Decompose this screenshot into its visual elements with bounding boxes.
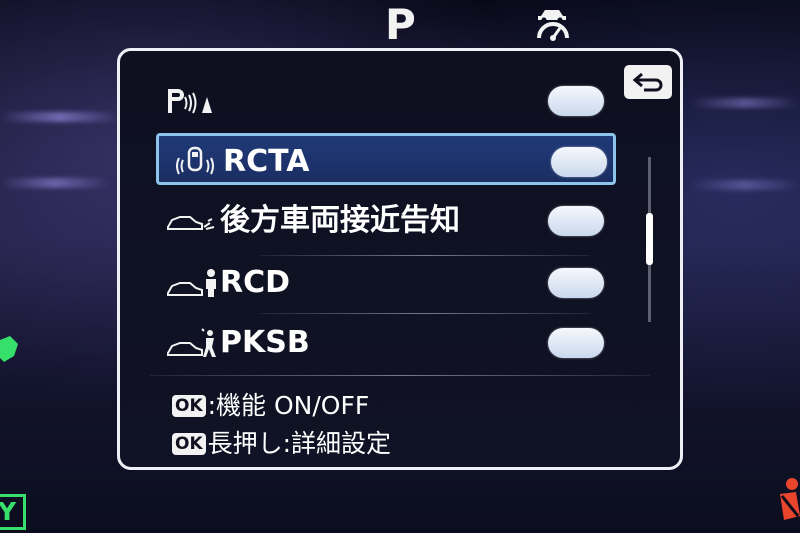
hint-toggle-function: OK:機能 ON/OFF bbox=[172, 391, 369, 421]
car-brake-pksb-icon bbox=[167, 328, 216, 357]
setting-row-rear-approach-alert[interactable]: 後方車両接近告知 bbox=[156, 195, 616, 247]
row-divider bbox=[260, 313, 590, 314]
return-arrow-icon bbox=[632, 72, 663, 92]
setting-row-rcd[interactable]: RCD bbox=[156, 257, 616, 309]
car-pedestrian-icon bbox=[167, 269, 216, 297]
setting-row-parking-sonar[interactable] bbox=[156, 75, 616, 127]
background-light-streak bbox=[0, 112, 120, 122]
rcta-car-sensor-icon bbox=[176, 146, 214, 175]
safety-settings-panel: RCTA 後方車両接近告知 RCD PKSB OK:機能 ON/OFF OK … bbox=[117, 48, 683, 470]
back-button[interactable] bbox=[624, 65, 672, 99]
seatbelt-warning-icon bbox=[780, 478, 800, 520]
background-light-streak bbox=[690, 98, 800, 108]
setting-row-rcta[interactable]: RCTA bbox=[156, 133, 616, 185]
vehicle-assist-gauge-icon bbox=[537, 10, 569, 41]
hint-text: 長押し:詳細設定 bbox=[207, 429, 392, 458]
setting-row-pksb[interactable]: PKSB bbox=[156, 317, 616, 369]
setting-label: RCTA bbox=[223, 144, 310, 179]
toggle-switch[interactable] bbox=[548, 86, 604, 116]
gear-indicator: P bbox=[385, 0, 416, 49]
hint-detail-settings: OK 長押し:詳細設定 bbox=[172, 429, 391, 459]
ok-button-badge: OK bbox=[172, 433, 206, 455]
background-light-streak bbox=[690, 180, 800, 190]
row-divider bbox=[260, 255, 590, 256]
setting-label: RCD bbox=[220, 265, 291, 300]
parking-sonar-icon bbox=[168, 89, 212, 114]
toggle-switch[interactable] bbox=[548, 328, 604, 358]
scrollbar-thumb[interactable] bbox=[646, 213, 653, 265]
ready-indicator: Y bbox=[0, 494, 26, 530]
toggle-switch[interactable] bbox=[548, 206, 604, 236]
hint-text: :機能 ON/OFF bbox=[207, 391, 370, 420]
background-light-streak bbox=[0, 178, 110, 188]
setting-label: 後方車両接近告知 bbox=[220, 203, 460, 238]
car-approach-alert-icon bbox=[167, 216, 215, 230]
toggle-switch[interactable] bbox=[548, 268, 604, 298]
setting-label: PKSB bbox=[220, 325, 310, 360]
green-indicator-icon bbox=[0, 336, 18, 362]
toggle-switch[interactable] bbox=[551, 147, 607, 177]
section-divider bbox=[150, 375, 650, 376]
ready-indicator-text: Y bbox=[0, 497, 17, 526]
ok-button-badge: OK bbox=[172, 395, 206, 417]
